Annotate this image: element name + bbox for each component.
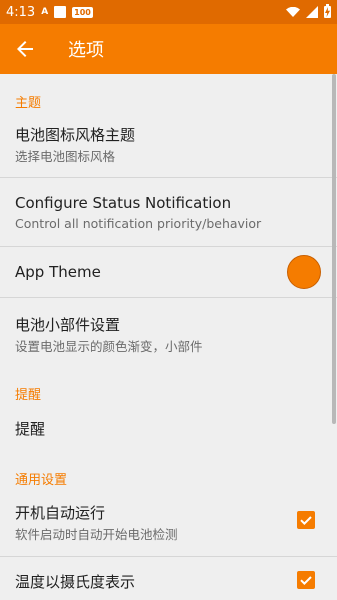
signal-icon xyxy=(306,6,318,18)
theme-color-swatch[interactable] xyxy=(287,255,321,289)
widget-settings-item[interactable]: 电池小部件设置 设置电池显示的颜色渐变，小部件 xyxy=(0,298,337,362)
item-summary: 选择电池图标风格 xyxy=(15,149,116,164)
app-bar: 选项 xyxy=(0,24,337,74)
auto-start-item[interactable]: 开机自动运行 软件启动时自动开始电池检测 xyxy=(0,492,337,554)
section-header-theme: 主题 xyxy=(15,96,42,111)
item-title: 开机自动运行 xyxy=(15,504,106,522)
celsius-item[interactable]: 温度以摄氏度表示 xyxy=(0,557,337,600)
check-icon xyxy=(300,516,312,526)
notification-square-icon xyxy=(54,6,67,18)
section-header-general: 通用设置 xyxy=(15,473,68,488)
wifi-icon xyxy=(286,7,300,17)
page-title: 选项 xyxy=(68,40,104,61)
arrow-back-icon xyxy=(17,41,33,57)
item-summary: Control all notification priority/behavi… xyxy=(15,216,262,231)
remind-item[interactable]: 提醒 xyxy=(0,404,337,454)
item-title: App Theme xyxy=(15,263,101,281)
item-summary: 设置电池显示的颜色渐变，小部件 xyxy=(15,339,203,354)
auto-start-checkbox[interactable] xyxy=(297,511,315,529)
notification-a-icon: A xyxy=(41,7,49,17)
section-header-remind: 提醒 xyxy=(15,388,42,403)
scrollbar[interactable] xyxy=(332,74,336,424)
item-title: 电池图标风格主题 xyxy=(15,126,136,144)
status-notification-item[interactable]: Configure Status Notification Control al… xyxy=(0,178,337,246)
item-title: 提醒 xyxy=(15,420,46,438)
battery-icon xyxy=(324,4,331,18)
status-bar: 4:13 A 100 xyxy=(0,0,337,24)
battery-icon-style-item[interactable]: 电池图标风格主题 选择电池图标风格 xyxy=(0,114,337,176)
celsius-checkbox[interactable] xyxy=(297,571,315,589)
settings-list: 主题 电池图标风格主题 选择电池图标风格 Configure Status No… xyxy=(0,74,337,600)
back-button[interactable] xyxy=(0,24,50,74)
check-icon xyxy=(300,576,312,586)
item-title: 温度以摄氏度表示 xyxy=(15,573,136,591)
notification-badge-icon: 100 xyxy=(72,6,93,18)
item-title: Configure Status Notification xyxy=(15,194,232,212)
item-summary: 软件启动时自动开始电池检测 xyxy=(15,527,178,542)
status-time: 4:13 xyxy=(6,4,36,20)
item-title: 电池小部件设置 xyxy=(15,316,121,334)
